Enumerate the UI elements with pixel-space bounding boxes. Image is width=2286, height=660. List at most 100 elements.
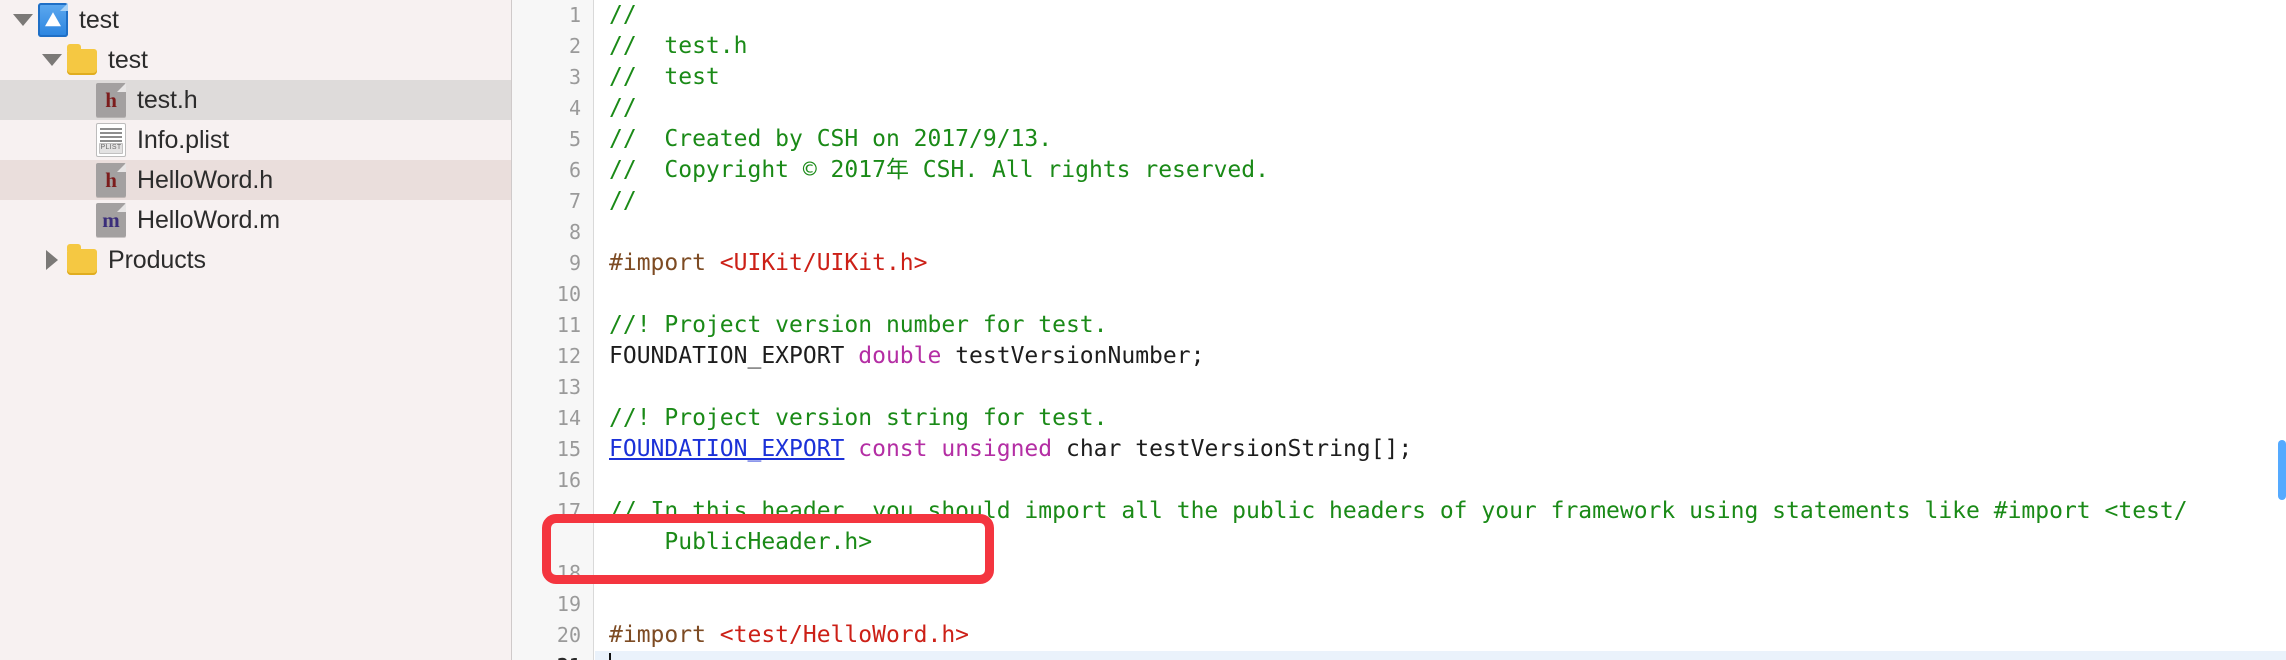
code-token: //! Project version number for test. [609,312,1108,338]
chevron-down-icon[interactable] [39,47,65,73]
code-line[interactable]: // [595,186,2286,217]
line-number-gutter: 1234567891011121314151617181920212223 [512,0,594,660]
xcode-window: test test h test.h PLIST Info.plist h HelloWord… [0,0,2286,660]
spacer-icon [68,127,94,153]
spacer-icon [68,87,94,113]
code-token: #import [609,250,720,276]
code-token: char [1065,436,1136,462]
code-line[interactable]: //! Project version number for test. [595,310,2286,341]
code-line[interactable] [595,372,2286,403]
code-token: //! Project version string for test. [609,405,1108,431]
line-number: 13 [556,375,581,399]
code-line[interactable] [595,589,2286,620]
code-line[interactable]: // [595,93,2286,124]
code-content[interactable]: // // test.h // test // // Created by CSH on… [595,0,2286,660]
code-line[interactable]: // Created by CSH on 2017/9/13. [595,124,2286,155]
line-number: 9 [568,251,581,275]
code-line[interactable]: // In this header, you should import all… [595,496,2286,558]
navigator-row-label: HelloWord.h [137,165,273,194]
spacer-icon [68,207,94,233]
line-number: 14 [556,406,581,430]
project-navigator[interactable]: test test h test.h PLIST Info.plist h HelloWord… [0,0,512,660]
navigator-row-test-h[interactable]: h test.h [0,80,511,120]
line-number: 3 [568,65,581,89]
code-token: testVersionString[]; [1135,436,1413,462]
code-token: // test [609,64,720,90]
code-line[interactable]: // [595,0,2286,31]
code-line[interactable] [595,651,2286,660]
code-token: // test.h [609,33,748,59]
line-number: 8 [568,220,581,244]
code-token: // [609,2,637,28]
line-number: 5 [568,127,581,151]
line-number: 4 [568,96,581,120]
line-number: 10 [556,282,581,306]
navigator-row-label: test [108,45,148,74]
line-number: 7 [568,189,581,213]
code-line-wrapped: PublicHeader.h> [609,529,873,555]
code-line[interactable]: // test [595,62,2286,93]
navigator-row-products[interactable]: Products [0,240,511,280]
code-token: <UIKit/UIKit.h> [719,250,928,276]
chevron-right-icon[interactable] [39,247,65,273]
text-cursor [609,653,611,660]
navigator-row-label: Info.plist [137,125,230,154]
line-number: 1 [568,3,581,27]
code-token: // In this header, you should import all… [609,498,2188,524]
navigator-row-helloword-h[interactable]: h HelloWord.h [0,160,511,200]
chevron-down-icon[interactable] [10,7,36,33]
code-line[interactable] [595,217,2286,248]
code-token: testVersionNumber; [955,343,1205,369]
navigator-row-test[interactable]: test [0,0,511,40]
code-line[interactable]: #import <test/HelloWord.h> [595,620,2286,651]
code-token: // [609,95,637,121]
line-number: 19 [556,592,581,616]
code-line[interactable]: FOUNDATION_EXPORT const unsigned char te… [595,434,2286,465]
code-token: #import [609,622,720,648]
line-number: 15 [556,437,581,461]
line-number: 18 [556,561,581,585]
code-line[interactable]: //! Project version string for test. [595,403,2286,434]
navigator-row-label: test.h [137,85,198,114]
spacer-icon [68,167,94,193]
code-line[interactable]: // test.h [595,31,2286,62]
line-number: 16 [556,468,581,492]
code-token: // Copyright © 2017年 CSH. All rights res… [609,157,1269,183]
line-number: 2 [568,34,581,58]
navigator-row-info-plist[interactable]: PLIST Info.plist [0,120,511,160]
navigator-row-label: Products [108,245,206,274]
xcode-project-icon [38,3,68,37]
navigator-row-label: test [79,5,119,34]
line-number: 17 [556,499,581,523]
navigator-row-test[interactable]: test [0,40,511,80]
folder-icon [67,244,97,275]
navigator-row-helloword-m[interactable]: m HelloWord.m [0,200,511,240]
code-token: // [609,188,637,214]
header-file-icon: h [96,163,126,197]
navigator-row-label: HelloWord.m [137,205,280,234]
code-line[interactable]: #import <UIKit/UIKit.h> [595,248,2286,279]
code-token: FOUNDATION_EXPORT [609,436,845,462]
code-token: double [858,343,956,369]
line-number: 12 [556,344,581,368]
code-line[interactable]: // Copyright © 2017年 CSH. All rights res… [595,155,2286,186]
code-line[interactable] [595,465,2286,496]
plist-file-icon: PLIST [96,123,126,157]
vertical-scrollbar-thumb[interactable] [2278,440,2286,500]
code-token: <test/HelloWord.h> [719,622,970,648]
code-token: const unsigned [858,436,1066,462]
code-token: FOUNDATION_EXPORT [609,343,859,369]
code-token: // Created by CSH on 2017/9/13. [609,126,1053,152]
source-editor[interactable]: 1234567891011121314151617181920212223 //… [512,0,2286,660]
line-number: 11 [556,313,581,337]
header-file-icon: h [96,83,126,117]
line-number: 20 [556,623,581,647]
code-line[interactable] [595,279,2286,310]
implementation-file-icon: m [96,203,126,237]
folder-icon [67,44,97,75]
code-line[interactable]: FOUNDATION_EXPORT double testVersionNumb… [595,341,2286,372]
code-line[interactable] [595,558,2286,589]
line-number: 21 [512,651,581,660]
line-number: 6 [568,158,581,182]
